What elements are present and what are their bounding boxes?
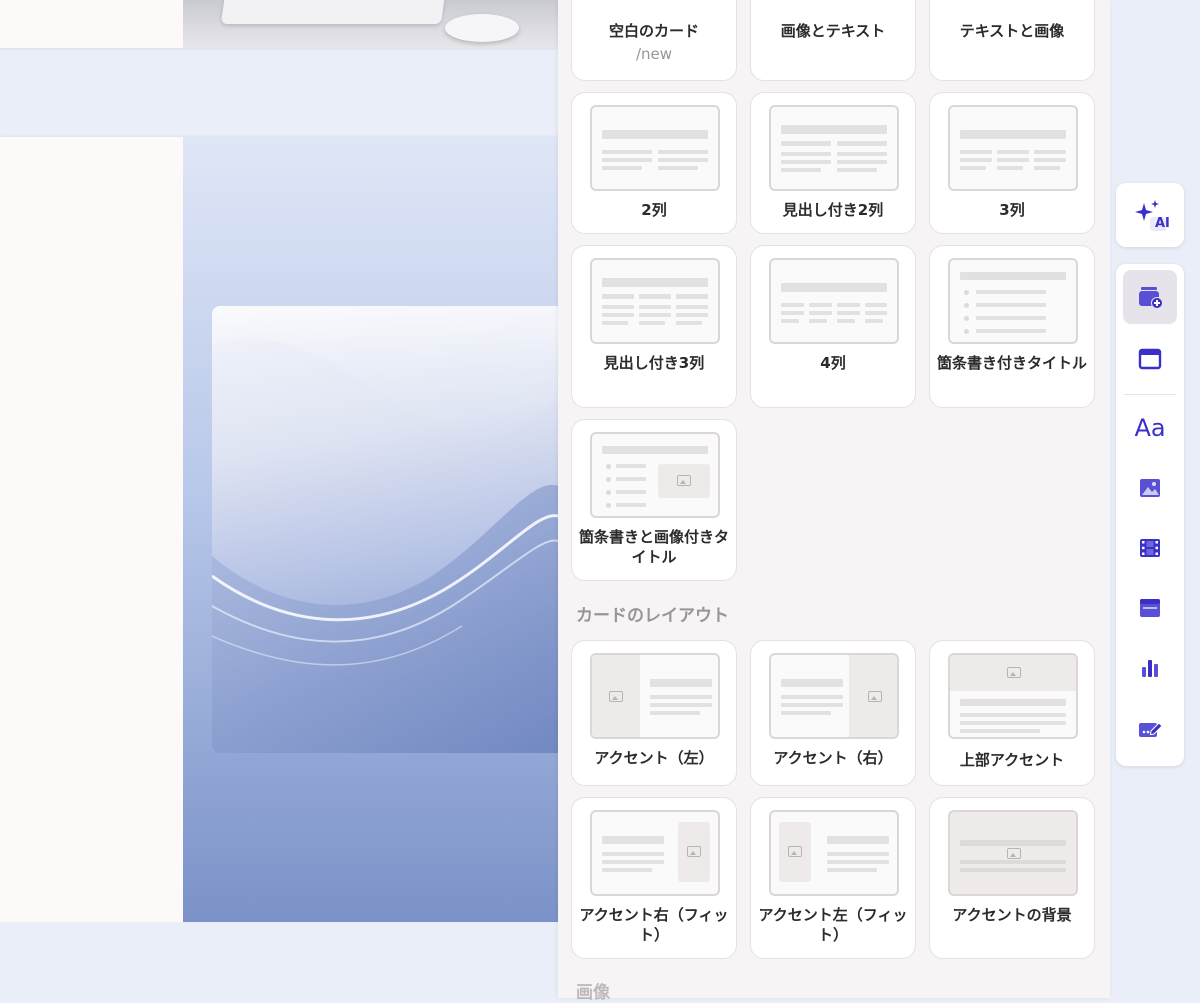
add-card-icon xyxy=(1139,287,1163,309)
layout-thumbnail xyxy=(769,653,899,739)
form-icon xyxy=(1139,722,1163,737)
toolbar-divider xyxy=(1124,394,1176,395)
image-icon xyxy=(1140,479,1160,497)
layout-thumbnail xyxy=(769,810,899,896)
layout-card-label: アクセント（右） xyxy=(773,749,893,767)
embed-button[interactable] xyxy=(1123,581,1177,635)
layout-thumbnail xyxy=(590,105,720,191)
layout-card-title-bullets-image[interactable]: 箇条書きと画像付きタイトル xyxy=(571,419,737,581)
layout-card-label: アクセント（左） xyxy=(594,749,714,767)
layout-thumbnail xyxy=(948,810,1078,896)
insert-toolbar: Aa xyxy=(1116,264,1184,766)
layout-thumbnail xyxy=(769,258,899,344)
ai-badge: AI xyxy=(1155,216,1170,231)
layout-card-accent-left-fit[interactable]: アクセント左（フィット） xyxy=(750,797,916,959)
layout-thumbnail xyxy=(590,432,720,518)
layout-card-accent-background[interactable]: アクセントの背景 xyxy=(929,797,1095,959)
layout-card-blank[interactable]: 空白のカード /new xyxy=(571,0,737,81)
video-button[interactable] xyxy=(1123,521,1177,575)
layout-thumbnail xyxy=(948,105,1078,191)
embed-icon xyxy=(1140,599,1160,617)
layout-card-accent-left[interactable]: アクセント（左） xyxy=(571,640,737,786)
layout-card-image-and-text[interactable]: 画像とテキスト xyxy=(750,0,916,81)
layout-card-label: 上部アクセント xyxy=(959,751,1065,769)
layout-card-label: 見出し付き2列 xyxy=(782,201,884,219)
layout-card-label: 画像とテキスト xyxy=(780,22,886,40)
layout-card-label: 箇条書き付きタイトル xyxy=(936,354,1087,372)
text-icon: Aa xyxy=(1134,414,1166,442)
layout-card-text-and-image[interactable]: テキストと画像 xyxy=(929,0,1095,81)
layout-button[interactable] xyxy=(1123,332,1177,386)
layout-card-title-with-bullets[interactable]: 箇条書き付きタイトル xyxy=(929,245,1095,408)
layout-card-shortcut: /new xyxy=(635,45,673,63)
mouse-image xyxy=(445,14,519,42)
layout-card-accent-right[interactable]: アクセント（右） xyxy=(750,640,916,786)
video-icon xyxy=(1140,539,1160,557)
layout-card-two-columns[interactable]: 2列 xyxy=(571,92,737,234)
layout-card-label: 空白のカード xyxy=(608,22,699,40)
form-button[interactable] xyxy=(1123,702,1177,756)
layout-card-label: 4列 xyxy=(820,354,846,372)
layout-card-accent-right-fit[interactable]: アクセント右（フィット） xyxy=(571,797,737,959)
layout-card-three-columns[interactable]: 3列 xyxy=(929,92,1095,234)
ai-toolbar: AI xyxy=(1116,183,1184,247)
layout-card-label: アクセント左（フィット） xyxy=(758,906,908,944)
image-button[interactable] xyxy=(1123,461,1177,515)
layout-card-label: テキストと画像 xyxy=(959,22,1065,40)
layout-card-label: 箇条書きと画像付きタイトル xyxy=(578,528,729,566)
slide-accent-image[interactable] xyxy=(212,306,558,753)
layout-thumbnail xyxy=(590,810,720,896)
layout-card-label: アクセント右（フィット） xyxy=(579,906,729,944)
layout-card-three-columns-heading[interactable]: 見出し付き3列 xyxy=(571,245,737,408)
layout-thumbnail xyxy=(948,258,1078,344)
layout-card-two-columns-heading[interactable]: 見出し付き2列 xyxy=(750,92,916,234)
keyboard-image xyxy=(220,0,446,24)
add-card-button[interactable] xyxy=(1123,270,1177,324)
previous-slide-photo xyxy=(183,0,558,48)
layout-thumbnail xyxy=(590,258,720,344)
layout-card-label: アクセントの背景 xyxy=(952,906,1072,924)
layout-card-label: 2列 xyxy=(641,201,667,219)
layout-card-label: 見出し付き3列 xyxy=(603,354,705,372)
card-layout-panel[interactable]: 空白のカード /new 画像とテキスト テキストと画像 2列 見出し付き2列 3… xyxy=(558,0,1110,1003)
layout-thumbnail xyxy=(590,653,720,739)
section-title-images: 画像 xyxy=(576,983,610,1003)
section-title-card-layouts: カードのレイアウト xyxy=(576,606,729,626)
chart-icon xyxy=(1142,660,1158,677)
layout-card-accent-top[interactable]: 上部アクセント xyxy=(929,640,1095,786)
layout-card-label: 3列 xyxy=(999,201,1025,219)
layout-thumbnail xyxy=(948,653,1078,739)
ai-assistant-button[interactable]: AI xyxy=(1123,188,1177,242)
chart-button[interactable] xyxy=(1123,641,1177,695)
layout-icon xyxy=(1138,348,1162,370)
abstract-wave-image xyxy=(212,306,558,753)
layout-thumbnail xyxy=(769,105,899,191)
text-button[interactable]: Aa xyxy=(1123,401,1177,455)
layout-card-four-columns[interactable]: 4列 xyxy=(750,245,916,408)
